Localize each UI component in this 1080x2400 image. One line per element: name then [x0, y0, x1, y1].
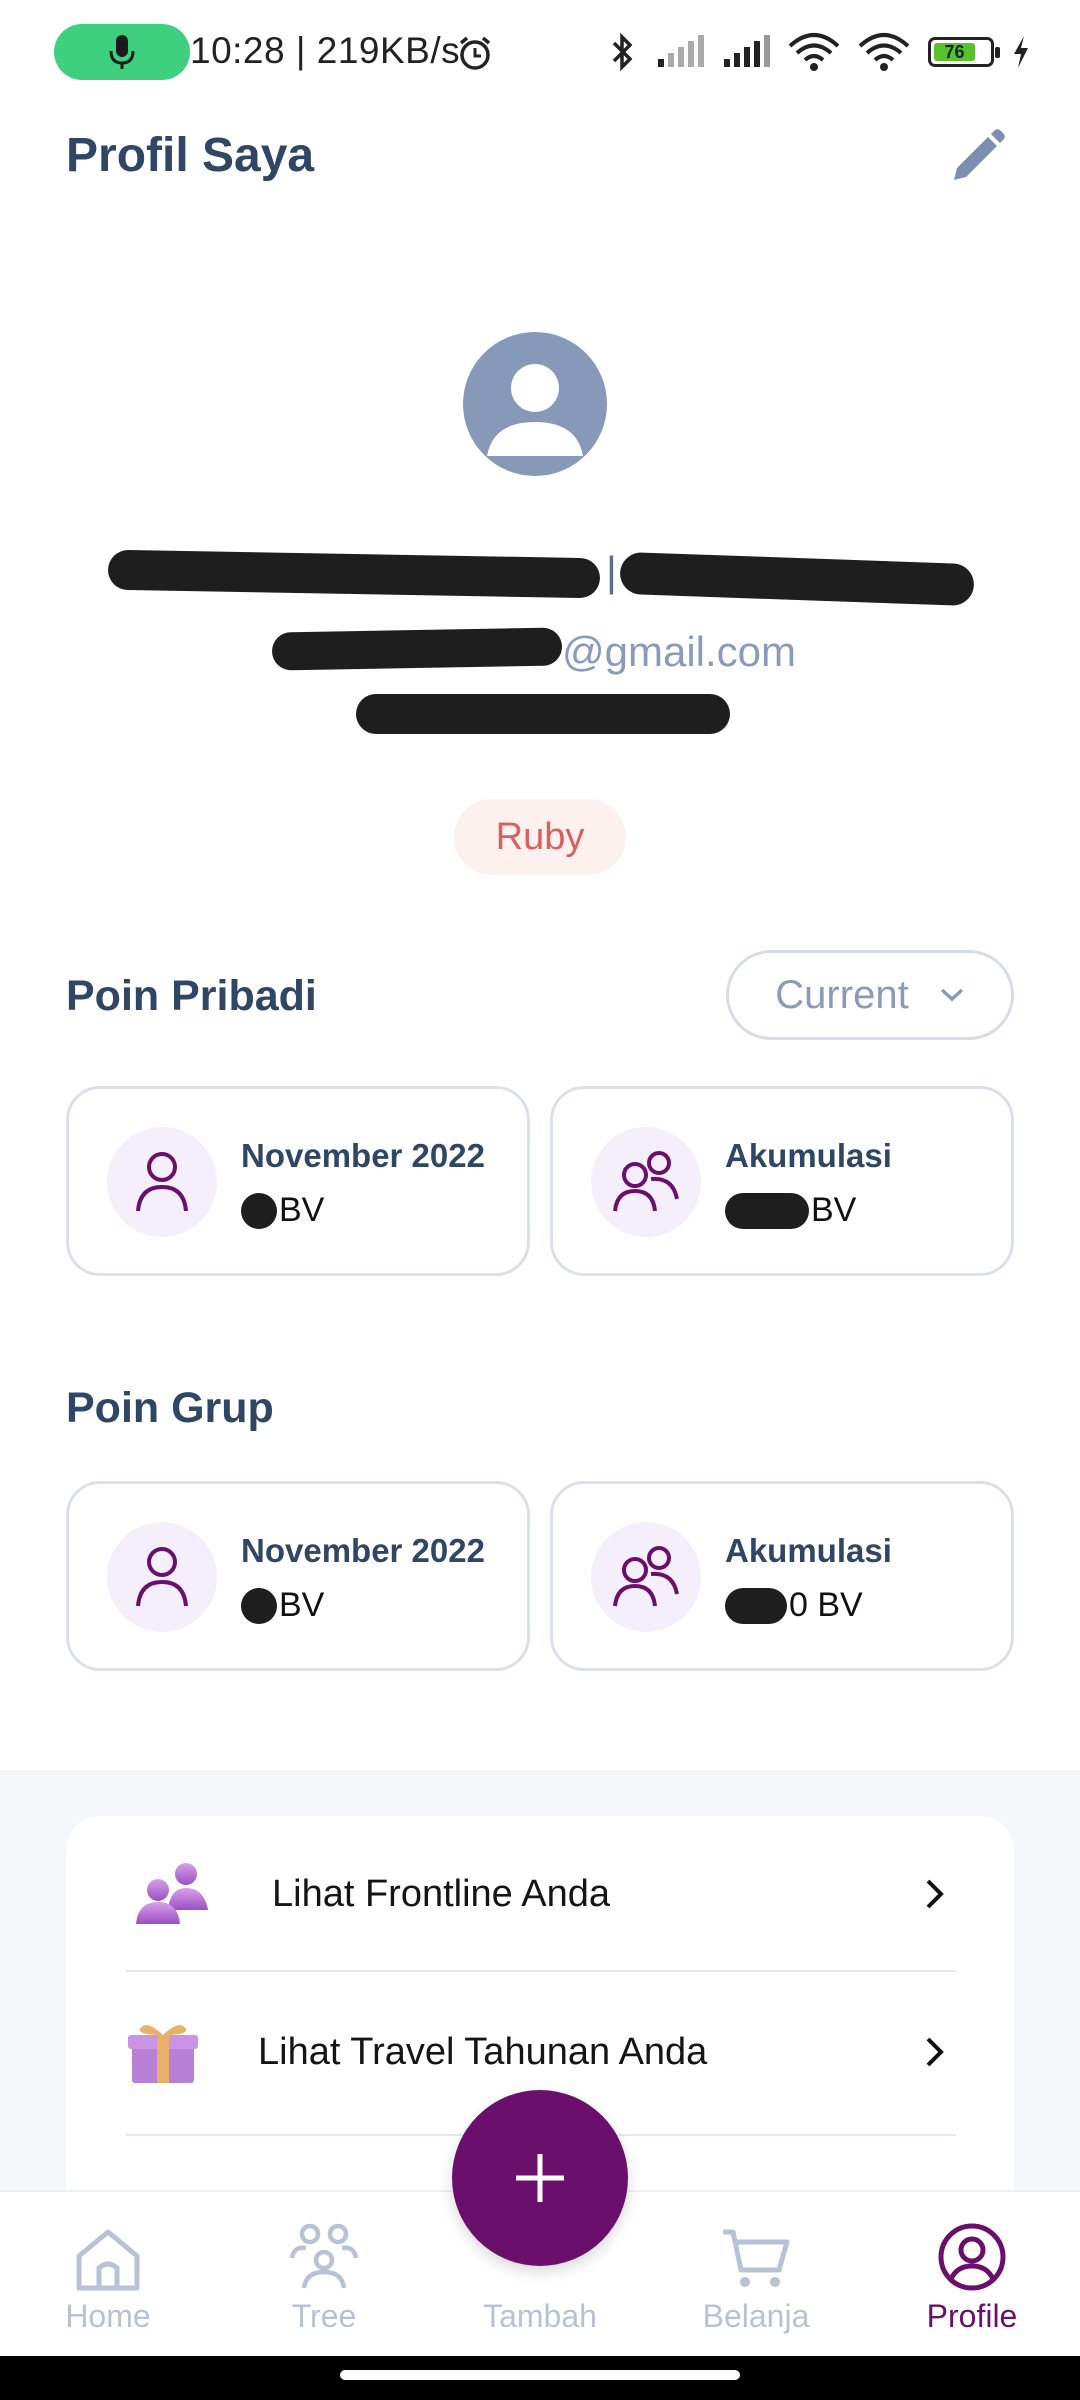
card-value: BV	[241, 1586, 324, 1625]
people-icon	[613, 1546, 679, 1607]
gift-icon	[128, 2025, 198, 2083]
nav-label: Profile	[926, 2298, 1018, 2334]
gesture-navigation-bar	[0, 2356, 1080, 2400]
people-icon	[613, 1151, 679, 1212]
signal-icon	[724, 35, 770, 67]
nav-label: Belanja	[702, 2298, 810, 2334]
name-separator: |	[606, 548, 618, 595]
section-title-personal-points: Poin Pribadi	[66, 972, 317, 1020]
home-gesture-handle[interactable]	[340, 2370, 740, 2380]
wifi-link-icon	[788, 33, 840, 71]
signal-icon	[658, 35, 704, 67]
cart-icon	[723, 2229, 790, 2287]
redaction-mark	[241, 1587, 277, 1624]
nav-item-tree[interactable]: Tree	[244, 2212, 404, 2335]
nav-icon-wrap	[28, 2212, 188, 2292]
home-icon	[76, 2229, 140, 2291]
card-icon-wrap	[591, 1522, 701, 1632]
card-icon-wrap	[591, 1127, 701, 1237]
card-unit: BV	[279, 1191, 325, 1229]
nav-item-profile[interactable]: Profile	[892, 2212, 1052, 2335]
redaction-mark	[271, 627, 563, 671]
nav-icon-wrap	[244, 2212, 404, 2292]
card-unit: BV	[279, 1586, 325, 1624]
email-domain: @gmail.com	[562, 628, 797, 675]
status-time-speed: 10:28 | 219KB/s	[190, 30, 461, 71]
chevron-right-icon	[926, 2037, 944, 2067]
bluetooth-icon	[612, 32, 633, 72]
card-unit: 0 BV	[789, 1586, 863, 1624]
status-icons: 76	[608, 28, 1030, 76]
charging-icon	[1014, 36, 1028, 68]
menu-item-label: Lihat Frontline Anda	[272, 1872, 611, 1915]
person-avatar-icon	[487, 364, 583, 456]
redaction-mark	[107, 549, 601, 599]
avatar[interactable]	[463, 332, 607, 476]
alarm-icon	[459, 36, 491, 70]
nav-label: Tree	[291, 2298, 357, 2334]
person-icon	[136, 1152, 188, 1212]
mic-indicator[interactable]	[54, 24, 190, 80]
card-icon-wrap	[107, 1127, 217, 1237]
page-title: Profil Saya	[66, 129, 315, 182]
chevron-right-icon	[926, 1879, 944, 1909]
nav-item-home[interactable]: Home	[28, 2212, 188, 2335]
profile-icon	[938, 2223, 1006, 2291]
card-label: Akumulasi	[725, 1532, 892, 1569]
membership-badge: Ruby	[454, 799, 626, 875]
battery-icon: 76	[928, 37, 1000, 67]
nav-item-shop[interactable]: Belanja	[676, 2212, 836, 2335]
mic-icon	[109, 35, 135, 69]
section-title-group-points: Poin Grup	[66, 1384, 274, 1432]
redaction-mark	[725, 1587, 787, 1624]
group-monthly-card[interactable]: November 2022 BV	[66, 1481, 530, 1671]
personal-monthly-card[interactable]: November 2022 BV	[66, 1086, 530, 1276]
menu-divider	[126, 1970, 956, 1972]
nav-icon-wrap	[892, 2212, 1052, 2292]
redaction-mark	[725, 1192, 809, 1229]
group-accumulated-card[interactable]: Akumulasi 0 BV	[550, 1481, 1014, 1671]
tree-people-icon	[289, 2223, 359, 2289]
redaction-mark	[619, 551, 975, 607]
frontline-people-icon	[136, 1863, 208, 1924]
personal-accumulated-card[interactable]: Akumulasi BV	[550, 1086, 1014, 1276]
wifi-icon	[858, 33, 910, 71]
pencil-icon	[954, 129, 1005, 180]
edit-profile-button[interactable]	[942, 120, 1014, 192]
redaction-mark	[241, 1192, 277, 1229]
menu-item-frontline[interactable]: Lihat Frontline Anda	[126, 1816, 956, 1972]
period-dropdown[interactable]: Current	[726, 950, 1014, 1040]
battery-level: 76	[934, 42, 976, 62]
card-label: November 2022	[241, 1532, 485, 1569]
card-label: November 2022	[241, 1137, 485, 1174]
add-fab-button[interactable]	[452, 2090, 628, 2266]
card-icon-wrap	[107, 1522, 217, 1632]
card-value: BV	[241, 1191, 324, 1230]
status-bar: 10:28 | 219KB/s 76	[0, 0, 1080, 104]
chevron-down-icon	[940, 988, 963, 1002]
nav-label: Home	[65, 2298, 151, 2334]
menu-item-label: Lihat Travel Tahunan Anda	[258, 2030, 708, 2073]
nav-icon-wrap	[676, 2212, 836, 2292]
redaction-mark	[356, 694, 730, 734]
card-value: 0 BV	[725, 1586, 863, 1625]
nav-label: Tambah	[483, 2298, 597, 2334]
person-icon	[136, 1547, 188, 1607]
card-label: Akumulasi	[725, 1137, 892, 1174]
dropdown-value: Current	[775, 972, 909, 1017]
card-value: BV	[725, 1191, 856, 1230]
card-unit: BV	[811, 1191, 857, 1229]
plus-icon	[516, 2154, 564, 2202]
